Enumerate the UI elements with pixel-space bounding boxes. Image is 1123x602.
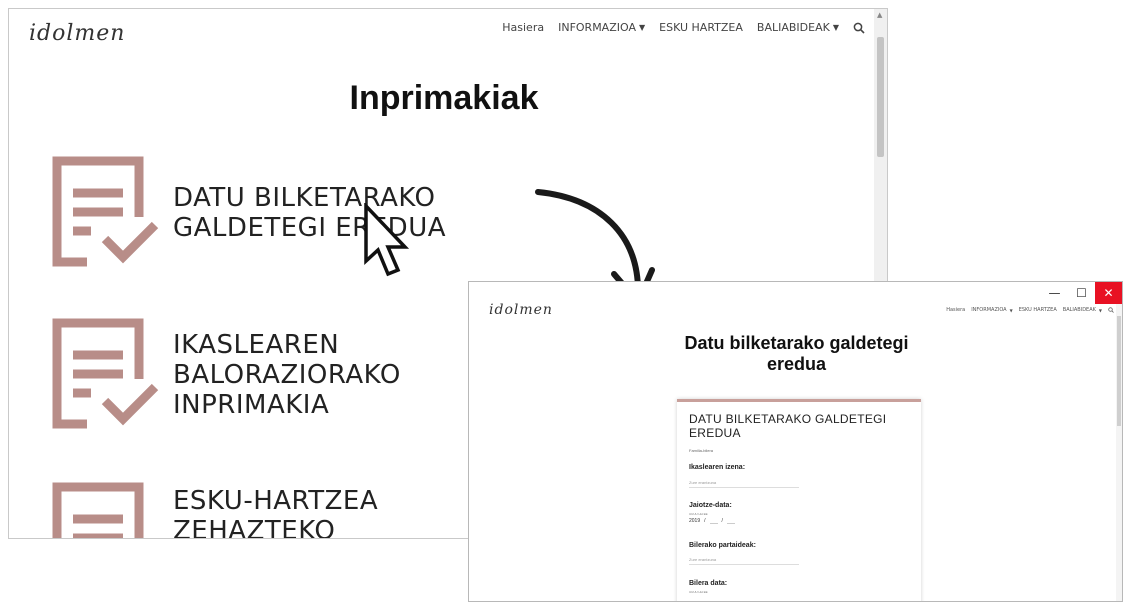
nav-intervention[interactable]: ESKU HARTZEA xyxy=(1019,307,1057,313)
birth-year: 2019 xyxy=(689,518,701,524)
form-link-label: IKASLEAREN BALORAZIORAKO INPRIMAKIA xyxy=(173,330,401,420)
nav-info[interactable]: INFORMAZIOA ▼ xyxy=(971,307,1012,313)
nav-intervention-label: ESKU HARTZEA xyxy=(1018,307,1057,313)
nav-resources-label: BALIABIDEAK xyxy=(1062,307,1096,313)
browser-window-form-preview: — ☐ ✕ idolmen Hasiera INFORMAZIOA ▼ ESKU… xyxy=(468,281,1123,602)
birth-date-label: Jaiotze-data: xyxy=(689,502,732,509)
participants-label: Bilerako partaideak: xyxy=(689,542,756,549)
nav-resources-label: BALIABIDEAK xyxy=(756,21,830,34)
site-logo[interactable]: idolmen xyxy=(489,302,553,318)
form-link-intervention[interactable]: ESKU-HARTZEA ZEHAZTEKO xyxy=(47,481,379,539)
meeting-date-format: UUUU HH EE xyxy=(689,590,708,594)
maximize-button[interactable]: ☐ xyxy=(1068,282,1095,304)
form-label-line: ZEHAZTEKO xyxy=(173,515,336,539)
date-separator: / xyxy=(704,518,706,524)
form-link-label: ESKU-HARTZEA ZEHAZTEKO xyxy=(173,485,379,539)
birth-day-field[interactable] xyxy=(726,517,735,524)
form-link-student-assessment[interactable]: IKASLEAREN BALORAZIORAKO INPRIMAKIA xyxy=(47,317,401,432)
site-logo[interactable]: idolmen xyxy=(29,21,125,46)
mouse-cursor-icon xyxy=(364,203,410,277)
chevron-down-icon: ▼ xyxy=(1009,307,1013,313)
birth-month-field[interactable] xyxy=(709,517,718,524)
nav-info-label: INFORMAZIOA xyxy=(558,21,636,34)
document-check-icon xyxy=(52,482,144,538)
page-title: Datu bilketarako galdetegi eredua xyxy=(469,333,1122,375)
search-icon xyxy=(1108,307,1114,313)
window-controls: — ☐ ✕ xyxy=(1041,282,1122,304)
close-button[interactable]: ✕ xyxy=(1095,282,1122,304)
nav-resources[interactable]: BALIABIDEAK ▼ xyxy=(757,21,839,34)
meeting-date-label: Bilera data: xyxy=(689,580,728,587)
student-name-input[interactable]: Zure erantzuna xyxy=(689,479,799,488)
nav-info-label: INFORMAZIOA xyxy=(971,307,1007,313)
nav-info[interactable]: INFORMAZIOA ▼ xyxy=(558,21,645,34)
form-label-line: BALORAZIORAKO xyxy=(173,359,401,390)
page-title-line: eredua xyxy=(766,354,827,374)
birth-date-format: UUUU HH EE xyxy=(689,512,708,516)
birth-date-input[interactable]: 2019 / / xyxy=(689,517,735,524)
search-icon xyxy=(853,22,865,34)
form-label-line: ESKU-HARTZEA xyxy=(173,485,379,516)
nav-intervention[interactable]: ESKU HARTZEA xyxy=(659,21,743,34)
chevron-down-icon: ▼ xyxy=(638,23,646,32)
form-card: DATU BILKETARAKO GALDETEGI EREDUA Famili… xyxy=(677,399,921,601)
nav-home[interactable]: Hasiera xyxy=(946,307,965,313)
page-title: Inprimakiak xyxy=(349,79,539,117)
form-label-line: INPRIMAKIA xyxy=(173,389,330,420)
document-check-icon xyxy=(52,156,159,267)
main-nav: Hasiera INFORMAZIOA ▼ ESKU HARTZEA BALIA… xyxy=(502,21,865,34)
search-button[interactable] xyxy=(853,22,865,34)
scroll-up-arrow-icon[interactable]: ▲ xyxy=(877,11,882,19)
page-title-line: Datu bilketarako galdetegi xyxy=(684,333,909,353)
chevron-down-icon: ▼ xyxy=(1098,307,1102,313)
nav-home-label: Hasiera xyxy=(502,21,545,34)
minimize-button[interactable]: — xyxy=(1041,282,1068,304)
nav-intervention-label: ESKU HARTZEA xyxy=(659,21,743,34)
form-label-line: IKASLEAREN xyxy=(173,329,340,360)
nav-home-label: Hasiera xyxy=(946,307,966,313)
form-description: Familia-bilera xyxy=(689,448,714,453)
student-name-label: Ikaslearen izena: xyxy=(689,464,746,471)
date-separator: / xyxy=(721,518,723,524)
chevron-down-icon: ▼ xyxy=(832,23,839,32)
nav-home[interactable]: Hasiera xyxy=(502,21,544,34)
document-check-icon xyxy=(52,318,159,429)
search-button[interactable] xyxy=(1108,307,1114,313)
form-title: DATU BILKETARAKO GALDETEGI EREDUA xyxy=(689,412,887,440)
participants-input[interactable]: Zure erantzuna xyxy=(689,556,799,565)
main-nav: Hasiera INFORMAZIOA ▼ ESKU HARTZEA BALIA… xyxy=(946,307,1114,313)
nav-resources[interactable]: BALIABIDEAK ▼ xyxy=(1063,307,1102,313)
